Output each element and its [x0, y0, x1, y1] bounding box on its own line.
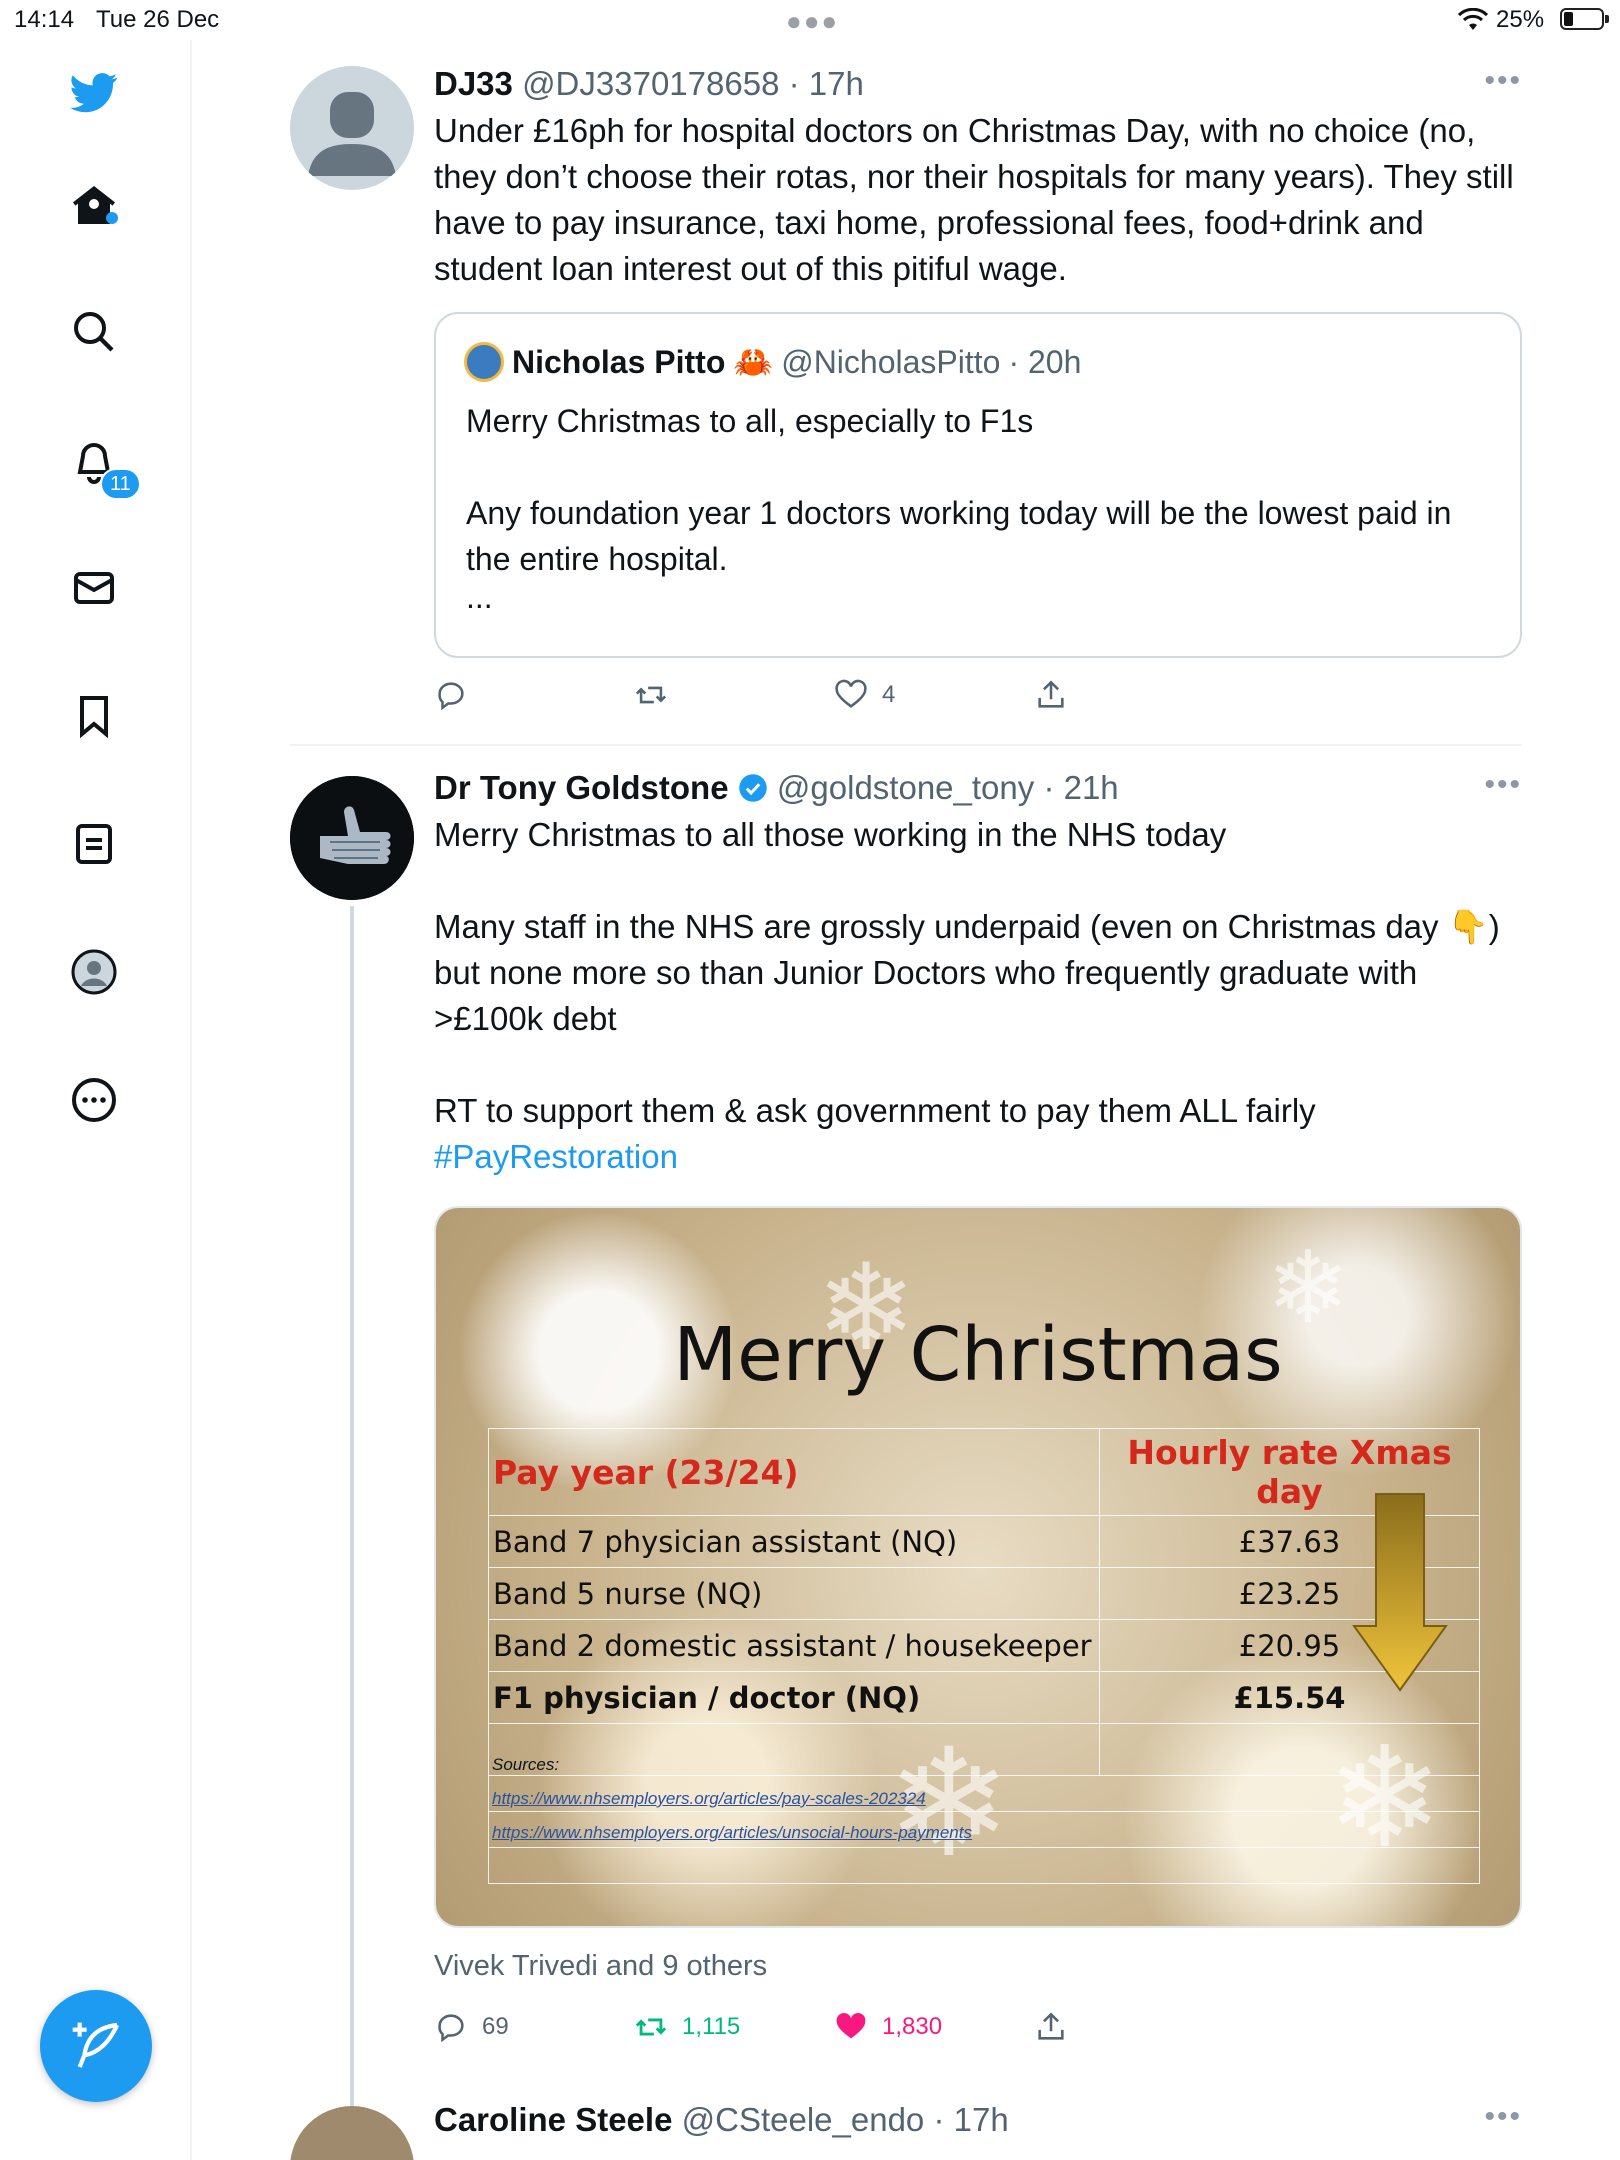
reply-button[interactable]: [434, 678, 468, 712]
quoted-tweet[interactable]: Nicholas Pitto 🦀 @NicholasPitto · 20h Me…: [434, 312, 1522, 658]
column-header: Pay year (23/24): [488, 1428, 1100, 1516]
home-unread-dot: [106, 212, 118, 224]
default-avatar-icon: [308, 92, 396, 176]
crab-emoji: 🦀: [733, 344, 774, 380]
row-label: Band 5 nurse (NQ): [488, 1567, 1100, 1620]
status-date: Tue 26 Dec: [96, 6, 220, 33]
more-options-icon[interactable]: •••: [1484, 64, 1522, 98]
battery-percent: 25%: [1496, 6, 1545, 33]
timestamp[interactable]: · 21h: [1043, 769, 1118, 806]
home-icon[interactable]: [66, 178, 122, 234]
messages-icon[interactable]: [66, 560, 122, 616]
battery-icon: [1560, 8, 1609, 30]
more-options-icon[interactable]: •••: [1484, 2100, 1522, 2134]
tweet-text: Merry Christmas to all those working in …: [434, 816, 1227, 853]
sources: Sources: https://www.nhsemployers.org/ar…: [492, 1748, 972, 1850]
avatar[interactable]: [290, 2106, 414, 2160]
display-name[interactable]: DJ33: [434, 65, 513, 102]
hashtag-link[interactable]: #PayRestoration: [434, 1134, 1522, 1180]
quote-line: Merry Christmas to all, especially to F1…: [466, 403, 1034, 439]
quote-ellipsis: ...: [466, 579, 493, 615]
status-bar: 14:14 Tue 26 Dec ●●● 25%: [0, 0, 1620, 40]
row-label: Band 7 physician assistant (NQ): [488, 1515, 1100, 1568]
like-button[interactable]: 4: [834, 678, 895, 712]
down-arrow-icon: [1352, 1493, 1448, 1692]
source-link: https://www.nhsemployers.org/articles/pa…: [492, 1789, 926, 1808]
reply-button[interactable]: 69: [434, 2010, 509, 2044]
more-icon[interactable]: [66, 1072, 122, 1128]
handle[interactable]: @CSteele_endo: [682, 2101, 925, 2138]
twitter-logo-icon[interactable]: [66, 64, 122, 120]
heart-filled-icon: [836, 2012, 866, 2039]
retweet-icon: [635, 686, 667, 704]
retweet-button[interactable]: [634, 678, 668, 712]
tweet-text: Many staff in the NHS are grossly underp…: [434, 908, 1500, 1037]
share-button[interactable]: [1034, 2010, 1068, 2044]
reply-icon: [438, 682, 464, 711]
tweet[interactable]: Caroline Steele @CSteele_endo · 17h •••: [290, 2100, 1522, 2160]
tweet[interactable]: Dr Tony Goldstone @goldstone_tony · 21h …: [290, 768, 1522, 2048]
display-name[interactable]: Dr Tony Goldstone: [434, 769, 729, 806]
share-icon: [1038, 2012, 1064, 2040]
avatar[interactable]: [290, 776, 414, 900]
bookmarks-icon[interactable]: [66, 688, 122, 744]
status-time: 14:14: [14, 6, 75, 33]
avatar[interactable]: [290, 66, 414, 190]
table-row: Band 5 nurse (NQ) £23.25: [488, 1567, 1480, 1620]
reply-count: 69: [482, 2013, 509, 2040]
table-row: Band 7 physician assistant (NQ) £37.63: [488, 1515, 1480, 1568]
tweet-image[interactable]: ❄ ❄ ❄ ❄ Merry Christmas Pay year (23/24)…: [434, 1206, 1522, 1928]
handle[interactable]: @goldstone_tony: [777, 769, 1034, 806]
quote-timestamp: · 20h: [1008, 343, 1082, 380]
thumbs-up-xray-icon: [290, 776, 414, 900]
liked-by-text[interactable]: Vivek Trivedi and 9 others: [434, 1950, 767, 1983]
heart-icon: [835, 679, 867, 708]
quote-avatar: [464, 342, 504, 382]
search-icon[interactable]: [66, 304, 122, 360]
tweet-text: RT to support them & ask government to p…: [434, 1092, 1316, 1129]
timestamp[interactable]: · 17h: [789, 65, 864, 102]
quote-display-name: Nicholas Pitto: [512, 343, 726, 380]
tweet[interactable]: DJ33 @DJ3370178658 · 17h ••• Under £16ph…: [290, 64, 1522, 724]
wifi-icon: [1458, 8, 1488, 30]
profile-icon[interactable]: [66, 944, 122, 1000]
retweet-button[interactable]: 1,115: [634, 2010, 740, 2044]
tweet-text: Under £16ph for hospital doctors on Chri…: [434, 112, 1514, 287]
image-title: Merry Christmas: [673, 1312, 1283, 1398]
like-button[interactable]: 1,830: [834, 2010, 942, 2044]
like-count: 1,830: [882, 2013, 943, 2040]
sidebar: 11: [0, 40, 192, 2160]
more-options-icon[interactable]: •••: [1484, 768, 1522, 802]
verified-badge-icon: [738, 774, 767, 802]
tweet-header: DJ33 @DJ3370178658 · 17h: [434, 64, 1522, 104]
notification-count-badge: 11: [100, 468, 141, 500]
sources-label: Sources:: [492, 1755, 560, 1774]
quote-handle: @NicholasPitto: [781, 343, 1001, 380]
row-label: F1 physician / doctor (NQ): [488, 1671, 1100, 1724]
quote-line: Any foundation year 1 doctors working to…: [466, 495, 1452, 577]
tweet-header: Caroline Steele @CSteele_endo · 17h: [434, 2100, 1522, 2140]
retweet-count: 1,115: [682, 2013, 741, 2040]
display-name[interactable]: Caroline Steele: [434, 2101, 672, 2138]
timestamp[interactable]: · 17h: [933, 2101, 1008, 2138]
retweet-icon: [635, 2018, 667, 2036]
share-button[interactable]: [1034, 678, 1068, 712]
lists-icon[interactable]: [66, 816, 122, 872]
tweet-divider: [290, 744, 1522, 746]
like-count: 4: [882, 681, 896, 708]
compose-tweet-button[interactable]: [40, 1990, 152, 2102]
multitasking-dots-icon[interactable]: ●●●: [786, 6, 839, 37]
table-row: Band 2 domestic assistant / housekeeper …: [488, 1619, 1480, 1672]
handle[interactable]: @DJ3370178658: [522, 65, 779, 102]
reply-icon: [438, 2014, 464, 2043]
table-row: F1 physician / doctor (NQ) £15.54: [488, 1671, 1480, 1724]
compose-feather-icon: [72, 2022, 119, 2068]
share-icon: [1038, 680, 1064, 708]
table-row: [488, 1847, 1480, 1884]
tweet-header: Dr Tony Goldstone @goldstone_tony · 21h: [434, 768, 1522, 808]
row-label: Band 2 domestic assistant / housekeeper: [488, 1619, 1100, 1672]
source-link: https://www.nhsemployers.org/articles/un…: [492, 1823, 972, 1842]
